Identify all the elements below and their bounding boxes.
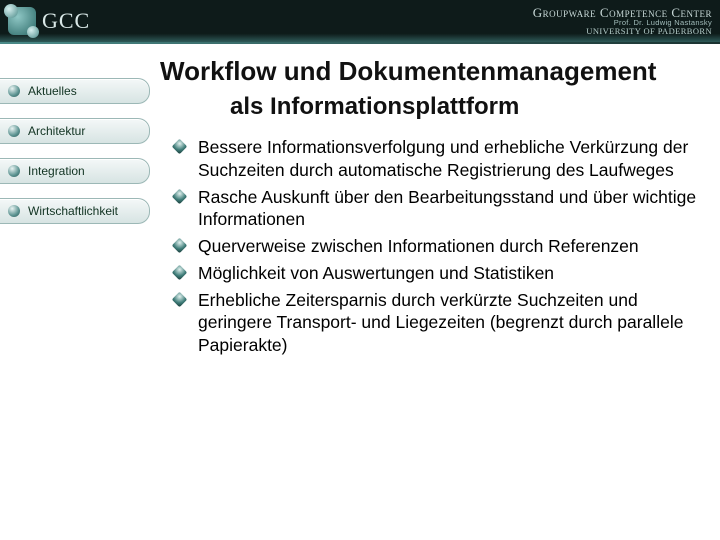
list-item: Querverweise zwischen Informationen durc… [170, 235, 700, 258]
sidebar-item-integration[interactable]: Integration [0, 158, 150, 184]
sidebar-item-label: Integration [28, 164, 85, 178]
sidebar-item-aktuelles[interactable]: Aktuelles [0, 78, 150, 104]
diamond-icon [172, 139, 188, 155]
list-item: Bessere Informationsverfolgung und erheb… [170, 136, 700, 182]
bullet-text: Querverweise zwischen Informationen durc… [198, 236, 639, 256]
content-area: Bessere Informationsverfolgung und erheb… [170, 136, 700, 361]
diamond-icon [172, 188, 188, 204]
bullet-text: Erhebliche Zeitersparnis durch verkürzte… [198, 290, 683, 356]
bullet-text: Bessere Informationsverfolgung und erheb… [198, 137, 688, 180]
header-bar: GCC Groupware Competence Center Prof. Dr… [0, 0, 720, 42]
logo-left: GCC [8, 7, 90, 35]
page-subtitle: als Informationsplattform [230, 93, 720, 121]
sidebar-item-label: Wirtschaftlichkeit [28, 204, 118, 218]
diamond-icon [172, 238, 188, 254]
bullet-icon [8, 205, 20, 217]
diamond-icon [172, 291, 188, 307]
page-title: Workflow und Dokumentenmanagement [160, 56, 720, 87]
logo-text: GCC [42, 8, 90, 34]
list-item: Rasche Auskunft über den Bearbeitungssta… [170, 186, 700, 232]
bullet-list: Bessere Informationsverfolgung und erheb… [170, 136, 700, 357]
sidebar-item-wirtschaftlichkeit[interactable]: Wirtschaftlichkeit [0, 198, 150, 224]
org-block: Groupware Competence Center Prof. Dr. Lu… [533, 6, 712, 36]
diamond-icon [172, 264, 188, 280]
bullet-text: Möglichkeit von Auswertungen und Statist… [198, 263, 554, 283]
bullet-text: Rasche Auskunft über den Bearbeitungssta… [198, 187, 696, 230]
sidebar-item-architektur[interactable]: Architektur [0, 118, 150, 144]
bullet-icon [8, 85, 20, 97]
logo-icon [8, 7, 36, 35]
org-university: UNIVERSITY OF PADERBORN [533, 27, 712, 36]
sidebar-item-label: Aktuelles [28, 84, 77, 98]
sidebar: Aktuelles Architektur Integration Wirtsc… [0, 78, 150, 238]
list-item: Möglichkeit von Auswertungen und Statist… [170, 262, 700, 285]
bullet-icon [8, 165, 20, 177]
sidebar-item-label: Architektur [28, 124, 85, 138]
org-name: Groupware Competence Center [533, 6, 712, 20]
bullet-icon [8, 125, 20, 137]
list-item: Erhebliche Zeitersparnis durch verkürzte… [170, 289, 700, 357]
